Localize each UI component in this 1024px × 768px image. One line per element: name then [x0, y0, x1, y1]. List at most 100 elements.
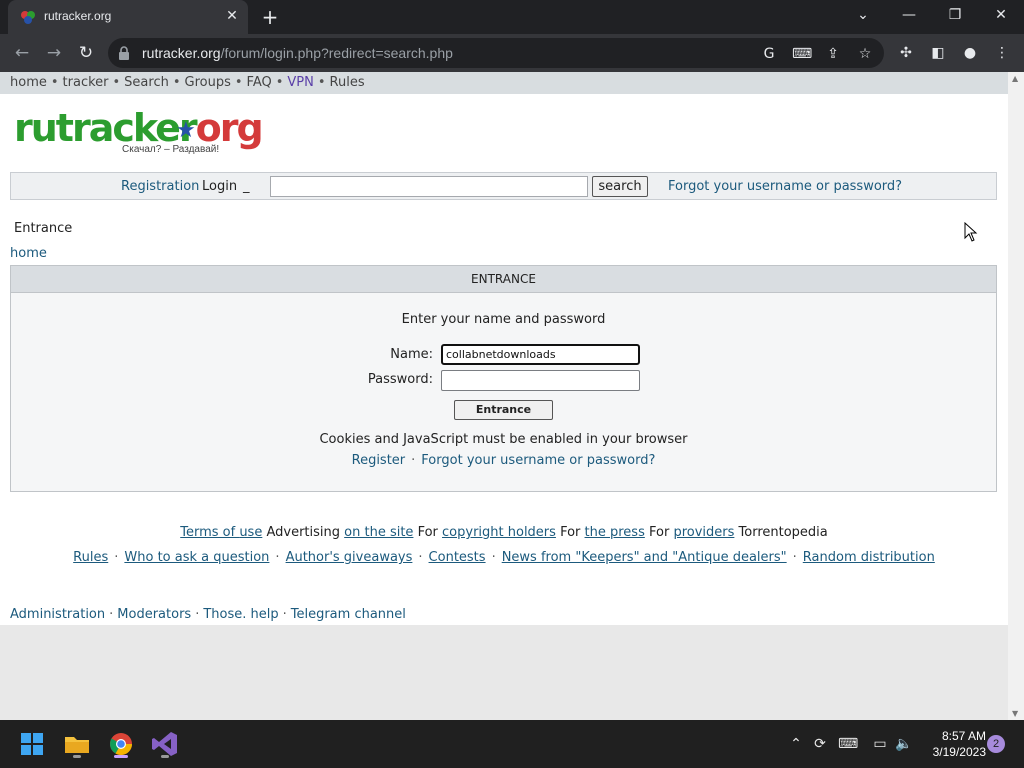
bookmark-star-icon[interactable]: ☆ [856, 45, 874, 63]
keepers-news-link[interactable]: News from "Keepers" and "Antique dealers… [502, 550, 787, 565]
password-field[interactable] [441, 370, 640, 391]
top-navigation: home • tracker • Search • Groups • FAQ • VPN • Rules [0, 72, 1008, 94]
nav-groups[interactable]: Groups [185, 75, 231, 90]
page-content: home • tracker • Search • Groups • FAQ • VPN • Rules… [0, 72, 1008, 625]
site-logo[interactable]: rutrackerorg ★ Скачал? – Раздавай! [14, 106, 264, 156]
nav-search[interactable]: Search [124, 75, 169, 90]
registration-link[interactable]: Registration [121, 179, 199, 194]
tab-search-icon[interactable]: ⌄ [850, 4, 876, 26]
browser-toolbar: ← → ↻ rutracker.org/forum/login.php?redi… [0, 34, 1024, 72]
address-bar[interactable]: rutracker.org/forum/login.php?redirect=s… [108, 38, 884, 68]
nav-rules[interactable]: Rules [330, 75, 365, 90]
footer-rules-link[interactable]: Rules [73, 550, 108, 565]
scroll-down-icon[interactable]: ▼ [1012, 709, 1018, 718]
tab-close-icon[interactable]: ✕ [224, 8, 240, 24]
panel-links: Register · Forgot your username or passwor… [351, 453, 656, 468]
entrance-button[interactable]: Entrance [454, 400, 553, 420]
restore-icon[interactable]: ❐ [942, 4, 968, 26]
extensions-icon[interactable]: ✣ [896, 43, 916, 63]
register-link[interactable]: Register [352, 453, 406, 468]
chevron-up-icon[interactable]: ⌃ [786, 734, 806, 754]
reload-icon[interactable]: ↻ [74, 41, 98, 65]
login-underscore: _ [243, 179, 250, 194]
sync-icon[interactable]: ⟳ [810, 734, 830, 754]
on-site-link[interactable]: on the site [344, 525, 413, 540]
login-bar: Registration Login _ search Forgot your … [10, 172, 997, 200]
side-panel-icon[interactable]: ◧ [928, 43, 948, 63]
profile-icon[interactable]: ● [960, 43, 980, 63]
press-link[interactable]: the press [585, 525, 645, 540]
login-prompt: Enter your name and password [401, 312, 606, 327]
forgot-password-link[interactable]: Forgot your username or password? [668, 179, 902, 194]
cookies-note: Cookies and JavaScript must be enabled i… [319, 432, 688, 447]
copyright-holders-link[interactable]: copyright holders [442, 525, 556, 540]
new-tab-button[interactable]: + [260, 7, 280, 27]
clock[interactable]: 8:57 AM 3/19/2023 [920, 728, 986, 760]
page-viewport: home • tracker • Search • Groups • FAQ • VPN • Rules… [0, 72, 1008, 720]
mouse-cursor-icon [964, 222, 978, 242]
search-input[interactable] [270, 176, 588, 197]
for-text-3: For [649, 525, 670, 540]
share-icon[interactable]: ⇪ [824, 45, 842, 63]
password-label: Password: [367, 372, 433, 387]
torrentopedia-text: Torrentopedia [738, 525, 828, 540]
forward-icon[interactable]: → [42, 41, 66, 65]
tech-help-link[interactable]: Those. help [203, 607, 278, 622]
file-explorer-icon[interactable] [61, 728, 93, 760]
windows-taskbar: ⌃ ⟳ ⌨ ▭ 🔈 8:57 AM 3/19/2023 2 [0, 720, 1024, 768]
footer-row-3: Administration · Moderators · Those. help · Te… [10, 607, 406, 622]
menu-kebab-icon[interactable]: ⋮ [992, 43, 1012, 63]
windows-start-icon[interactable] [16, 728, 48, 760]
who-to-ask-link[interactable]: Who to ask a question [124, 550, 269, 565]
username-field[interactable]: collabnetdownloads [441, 344, 640, 365]
window-close-icon[interactable]: ✕ [988, 4, 1014, 26]
back-icon[interactable]: ← [10, 41, 34, 65]
administration-link[interactable]: Administration [10, 607, 105, 622]
rutracker-favicon-icon [21, 11, 35, 24]
keyboard-icon[interactable]: ⌨ [838, 734, 858, 754]
for-text-2: For [560, 525, 581, 540]
search-button[interactable]: search [592, 176, 648, 197]
nav-home[interactable]: home [10, 75, 47, 90]
browser-tab[interactable]: rutracker.org ✕ [8, 0, 248, 34]
for-text-1: For [417, 525, 438, 540]
url-text: rutracker.org/forum/login.php?redirect=s… [142, 45, 453, 61]
moderators-link[interactable]: Moderators [117, 607, 191, 622]
tab-title: rutracker.org [44, 9, 112, 23]
star-icon: ★ [176, 118, 196, 143]
chrome-icon[interactable] [105, 728, 137, 760]
network-icon[interactable]: ▭ [870, 734, 890, 754]
notification-badge[interactable]: 2 [987, 735, 1005, 753]
login-label: Login [202, 179, 238, 194]
page-title: Entrance [14, 221, 73, 236]
scroll-up-icon[interactable]: ▲ [1012, 74, 1018, 83]
advertising-text: Advertising [266, 525, 341, 540]
lock-icon [119, 46, 129, 60]
terms-link[interactable]: Terms of [180, 525, 239, 540]
random-distribution-link[interactable]: Random distribution [803, 550, 935, 565]
vertical-scrollbar[interactable]: ▲ ▼ [1008, 72, 1024, 720]
footer-row-1: Terms of use Advertising on the site For… [0, 525, 1008, 540]
login-panel: ENTRANCE Enter your name and password Na… [10, 265, 997, 492]
volume-icon[interactable]: 🔈 [894, 734, 914, 754]
visual-studio-icon[interactable] [149, 728, 181, 760]
providers-link[interactable]: providers [673, 525, 734, 540]
panel-header: ENTRANCE [11, 266, 996, 293]
nav-tracker[interactable]: tracker [63, 75, 109, 90]
terms-use-link[interactable]: use [239, 525, 262, 540]
authors-giveaways-link[interactable]: Author's giveaways [286, 550, 413, 565]
contests-link[interactable]: Contests [429, 550, 486, 565]
nav-vpn[interactable]: VPN [287, 75, 313, 90]
google-lens-icon[interactable]: G [760, 45, 778, 63]
clock-date: 3/19/2023 [932, 745, 986, 759]
minimize-icon[interactable]: — [896, 4, 922, 26]
tab-strip: rutracker.org ✕ + ⌄ — ❐ ✕ [0, 0, 1024, 34]
footer-row-2: Rules · Who to ask a question · Author's giv… [73, 550, 935, 565]
nav-faq[interactable]: FAQ [247, 75, 272, 90]
telegram-link[interactable]: Telegram channel [291, 607, 406, 622]
breadcrumb-home-link[interactable]: home [10, 246, 47, 261]
logo-tagline: Скачал? – Раздавай! [122, 144, 220, 155]
panel-forgot-link[interactable]: Forgot your username or password? [421, 453, 655, 468]
name-label: Name: [390, 347, 433, 362]
translate-icon[interactable]: ⌨ [792, 45, 812, 63]
